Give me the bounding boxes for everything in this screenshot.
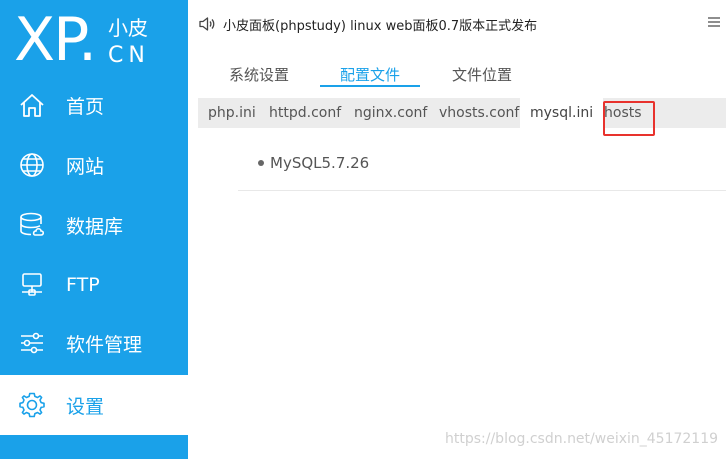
sidebar-item-settings[interactable]: 设置 — [0, 375, 188, 435]
subtab-php-ini[interactable]: php.ini — [208, 98, 256, 128]
sidebar-item-home[interactable]: 首页 — [0, 75, 188, 135]
logo-sub-top: 小皮 — [108, 16, 148, 40]
subtab-httpd-conf[interactable]: httpd.conf — [269, 98, 341, 128]
subtab-hosts[interactable]: hosts — [604, 98, 642, 128]
logo-main-text: XP. — [14, 5, 97, 75]
mysql-version-label: MySQL5.7.26 — [270, 154, 370, 172]
divider — [238, 190, 726, 191]
subtab-mysql-ini[interactable]: mysql.ini — [520, 98, 604, 128]
config-file-tabs: php.ini httpd.conf nginx.conf vhosts.con… — [198, 98, 726, 128]
tab-system-settings[interactable]: 系统设置 — [229, 64, 289, 96]
sidebar-item-ftp[interactable]: FTP — [0, 255, 188, 315]
sliders-icon — [21, 332, 43, 354]
subtab-nginx-conf[interactable]: nginx.conf — [354, 98, 427, 128]
tab-config-files[interactable]: 配置文件 — [320, 64, 421, 87]
menu-icon[interactable] — [708, 16, 720, 28]
announcement-text[interactable]: 小皮面板(phpstudy) linux web面板0.7版本正式发布 — [223, 15, 537, 34]
server-icon — [22, 273, 42, 296]
gear-icon — [19, 392, 45, 418]
logo: XP. 小皮 CN — [0, 0, 188, 80]
speaker-icon — [199, 17, 215, 31]
subtab-vhosts-conf[interactable]: vhosts.conf — [439, 98, 519, 128]
sidebar-item-label: FTP — [66, 274, 100, 296]
sidebar-item-label: 数据库 — [66, 215, 124, 238]
logo-sub-bottom: CN — [108, 43, 150, 68]
database-icon — [20, 212, 45, 236]
sidebar-item-label: 网站 — [66, 155, 105, 178]
sidebar-item-label: 设置 — [66, 395, 105, 418]
sidebar-item-label: 首页 — [66, 95, 105, 118]
sidebar: XP. 小皮 CN 首页 网站 数据库 FTP 软件管理 设置 — [0, 0, 188, 459]
watermark: https://blog.csdn.net/weixin_45172119 — [445, 431, 719, 447]
sidebar-item-software[interactable]: 软件管理 — [0, 313, 188, 373]
tab-file-locations[interactable]: 文件位置 — [452, 64, 512, 96]
announcement-bar: 小皮面板(phpstudy) linux web面板0.7版本正式发布 — [188, 0, 726, 46]
globe-icon — [20, 153, 44, 177]
list-item[interactable]: MySQL5.7.26 — [258, 154, 369, 172]
home-icon — [20, 94, 44, 117]
sidebar-item-website[interactable]: 网站 — [0, 135, 188, 195]
sidebar-item-label: 软件管理 — [66, 333, 143, 356]
sidebar-item-database[interactable]: 数据库 — [0, 195, 188, 255]
bullet-icon — [258, 159, 264, 166]
